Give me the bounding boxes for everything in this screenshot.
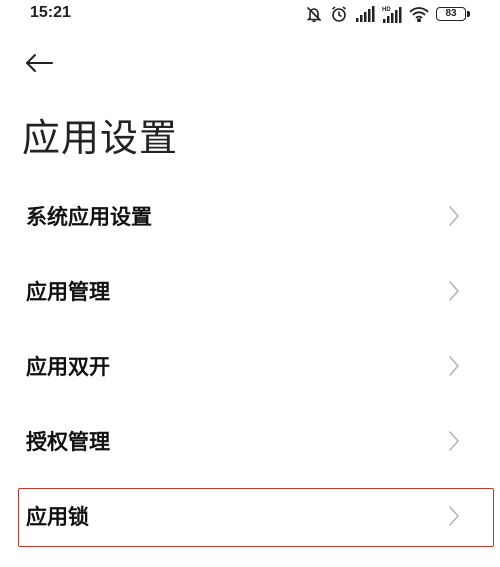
svg-text:HD: HD <box>382 7 391 13</box>
list-item-app-management[interactable]: 应用管理 <box>0 253 500 328</box>
status-bar: 15:21 HD 83 <box>0 0 500 30</box>
list-item-label: 应用双开 <box>26 354 110 379</box>
signal-icon <box>355 6 375 22</box>
chevron-right-icon <box>448 280 460 302</box>
wifi-icon <box>409 6 429 22</box>
chevron-right-icon <box>448 355 460 377</box>
status-icons: HD 83 <box>305 5 470 23</box>
page-title: 应用设置 <box>22 116 179 160</box>
chevron-right-icon <box>448 505 460 527</box>
battery-icon: 83 <box>436 7 470 21</box>
settings-list: 系统应用设置 应用管理 应用双开 授权管理 应用锁 <box>0 178 500 553</box>
list-item-app-lock[interactable]: 应用锁 <box>0 478 500 553</box>
list-item-system-app-settings[interactable]: 系统应用设置 <box>0 178 500 253</box>
list-item-label: 系统应用设置 <box>26 204 152 229</box>
list-item-permission-management[interactable]: 授权管理 <box>0 403 500 478</box>
status-time: 15:21 <box>30 4 71 21</box>
arrow-left-icon <box>24 52 54 78</box>
list-item-label: 应用锁 <box>26 504 89 529</box>
hd-signal-icon: HD <box>382 5 402 23</box>
battery-level: 83 <box>445 8 457 19</box>
list-item-label: 授权管理 <box>26 429 110 454</box>
mute-icon <box>305 5 323 23</box>
battery-tip <box>467 11 470 17</box>
chevron-right-icon <box>448 205 460 227</box>
chevron-right-icon <box>448 430 460 452</box>
alarm-icon <box>330 5 348 23</box>
list-item-dual-apps[interactable]: 应用双开 <box>0 328 500 403</box>
back-button[interactable] <box>24 50 60 80</box>
list-item-label: 应用管理 <box>26 279 110 304</box>
